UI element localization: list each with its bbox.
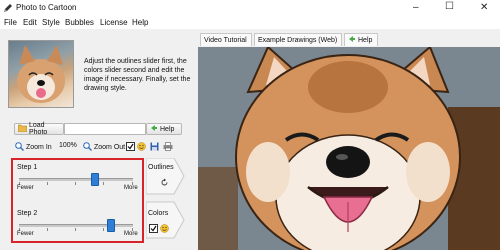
- tick: [47, 182, 48, 185]
- instructions-text: Adjust the outlines slider first, the co…: [84, 58, 191, 92]
- step2-slider-track[interactable]: [19, 224, 133, 227]
- tab-example-drawings[interactable]: Example Drawings (Web): [254, 33, 342, 46]
- tick: [103, 228, 104, 231]
- menu-bubbles[interactable]: Bubbles: [65, 18, 94, 27]
- photo-path-field[interactable]: [64, 123, 146, 135]
- menu-license[interactable]: License: [100, 18, 128, 27]
- zoom-level: 100%: [59, 142, 77, 149]
- window-title: Photo to Cartoon: [16, 3, 77, 12]
- load-photo-label: Load Photo: [29, 122, 48, 136]
- tick: [103, 182, 104, 185]
- smiley-icon[interactable]: [137, 142, 146, 153]
- app-pencil-icon: [3, 3, 13, 13]
- folder-icon: [17, 124, 28, 134]
- zoom-out-button[interactable]: Zoom Out: [83, 142, 125, 153]
- tab-video-tutorial[interactable]: Video Tutorial: [200, 33, 252, 46]
- outlines-label: Outlines: [148, 164, 174, 171]
- help-arrow-icon: [150, 124, 158, 134]
- minimize-icon[interactable]: –: [413, 2, 419, 13]
- print-icon[interactable]: [163, 142, 173, 153]
- maximize-icon[interactable]: ☐: [445, 1, 454, 12]
- save-icon[interactable]: [150, 142, 159, 153]
- tick: [47, 228, 48, 231]
- step1-slider-track[interactable]: [19, 178, 133, 181]
- help-arrow-icon: [348, 35, 356, 45]
- step2-label: Step 2: [17, 210, 38, 217]
- photo-thumbnail: [8, 40, 74, 108]
- colors-label: Colors: [148, 210, 169, 217]
- refresh-icon[interactable]: [160, 178, 169, 189]
- cartoon-preview-image: [198, 47, 500, 250]
- menu-file[interactable]: File: [4, 18, 17, 27]
- zoom-out-icon: [83, 142, 92, 153]
- menu-style[interactable]: Style: [42, 18, 60, 27]
- zoom-in-button[interactable]: Zoom In: [15, 142, 52, 153]
- step1-slider-thumb[interactable]: [91, 173, 100, 186]
- checkbox-icon[interactable]: [126, 142, 135, 153]
- step1-max-label: More: [124, 185, 138, 191]
- help-label: Help: [160, 125, 175, 133]
- zoom-in-label: Zoom In: [26, 144, 52, 151]
- menu-help[interactable]: Help: [132, 18, 148, 27]
- tab-help-label: Help: [358, 36, 373, 44]
- step1-min-label: Fewer: [17, 185, 34, 191]
- help-button[interactable]: Help: [146, 123, 182, 135]
- zoom-in-icon: [15, 142, 24, 153]
- colors-checkbox-icon[interactable]: [149, 224, 158, 235]
- tick: [75, 228, 76, 231]
- step2-max-label: More: [124, 231, 138, 237]
- step2-slider-thumb[interactable]: [107, 219, 116, 232]
- tick: [75, 182, 76, 185]
- step1-label: Step 1: [17, 164, 38, 171]
- menu-edit[interactable]: Edit: [23, 18, 37, 27]
- zoom-out-label: Zoom Out: [94, 144, 126, 151]
- colors-smiley-icon[interactable]: [160, 224, 169, 235]
- load-photo-button[interactable]: Load Photo: [14, 122, 64, 136]
- close-icon[interactable]: ✕: [480, 2, 488, 13]
- tab-help[interactable]: Help: [344, 33, 378, 46]
- step2-min-label: Fewer: [17, 231, 34, 237]
